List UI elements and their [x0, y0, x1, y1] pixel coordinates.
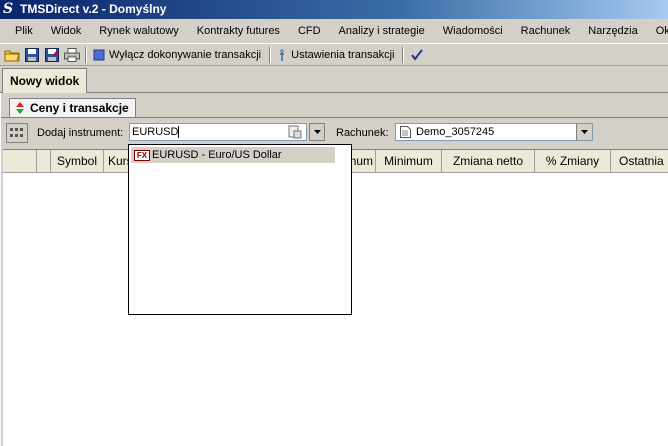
menu-analizy[interactable]: Analizy i strategie	[330, 20, 434, 42]
menu-bar: Plik Widok Rynek walutowy Kontrakty futu…	[0, 19, 668, 43]
chevron-down-icon	[581, 130, 588, 134]
view-tabs: Nowy widok	[0, 66, 668, 94]
text-caret	[178, 126, 180, 139]
toolbar-separator	[85, 46, 87, 63]
subtab-ceny-i-transakcje[interactable]: Ceny i transakcje	[9, 98, 136, 118]
save-icon[interactable]	[22, 45, 42, 65]
column-header-flag[interactable]	[37, 150, 51, 172]
account-label: Rachunek:	[336, 127, 389, 139]
account-dropdown-arrow[interactable]	[576, 124, 592, 140]
app-logo-icon: S	[3, 1, 14, 17]
menu-wiadomosci[interactable]: Wiadomości	[434, 20, 512, 42]
toolbar-separator	[269, 46, 272, 63]
fx-badge-icon: FX	[134, 149, 150, 161]
save-all-icon[interactable]	[42, 45, 62, 65]
window-title: TMSDirect v.2 - Domyślny	[20, 2, 167, 16]
instrument-lookup-icon[interactable]	[288, 125, 302, 139]
grid-view-button[interactable]	[6, 123, 28, 143]
menu-plik[interactable]: Plik	[6, 20, 42, 42]
chevron-down-icon	[313, 130, 321, 134]
account-value: Demo_3057245	[416, 126, 495, 138]
open-folder-icon[interactable]	[2, 45, 22, 65]
disable-trading-button[interactable]: Wyłącz dokonywanie transakcji	[90, 45, 266, 65]
toolbar: Wyłącz dokonywanie transakcji Ustawienia…	[0, 43, 668, 66]
menu-rachunek[interactable]: Rachunek	[512, 20, 580, 42]
tab-nowy-widok[interactable]: Nowy widok	[2, 68, 88, 94]
divider	[1, 117, 668, 118]
autocomplete-item[interactable]: FX EURUSD - Euro/US Dollar	[131, 147, 335, 163]
toolbar-separator	[402, 46, 405, 63]
account-select[interactable]: Demo_3057245	[395, 123, 593, 141]
trade-settings-label: Ustawienia transakcji	[291, 48, 395, 61]
settings-key-icon	[280, 48, 285, 61]
menu-kontrakty-futures[interactable]: Kontrakty futures	[188, 20, 289, 42]
menu-cfd[interactable]: CFD	[289, 20, 330, 42]
disable-trading-label: Wyłącz dokonywanie transakcji	[109, 48, 262, 61]
menu-widok[interactable]: Widok	[42, 20, 91, 42]
checkmark-icon[interactable]	[407, 45, 427, 65]
autocomplete-item-label: EURUSD - Euro/US Dollar	[152, 149, 282, 161]
column-header-blank[interactable]	[3, 150, 37, 172]
column-header-procent-zmiany[interactable]: % Zmiany	[535, 150, 611, 172]
instrument-input[interactable]: EURUSD	[129, 123, 307, 141]
print-icon[interactable]	[62, 45, 82, 65]
menu-rynek-walutowy[interactable]: Rynek walutowy	[90, 20, 187, 42]
trade-settings-button[interactable]: Ustawienia transakcji	[274, 45, 399, 65]
column-header-minimum[interactable]: Minimum	[376, 150, 442, 172]
subtab-label: Ceny i transakcje	[30, 101, 129, 115]
instrument-bar: Dodaj instrument: EURUSD Rachunek: Demo_…	[1, 120, 668, 144]
grid-icon	[10, 128, 23, 137]
title-bar: S TMSDirect v.2 - Domyślny	[0, 0, 668, 19]
column-header-symbol[interactable]: Symbol	[51, 150, 104, 172]
column-header-zmiana-netto[interactable]: Zmiana netto	[442, 150, 535, 172]
add-instrument-label: Dodaj instrument:	[37, 127, 124, 139]
instrument-input-value: EURUSD	[132, 126, 179, 138]
document-icon	[400, 126, 411, 143]
menu-narzedzia[interactable]: Narzędzia	[579, 20, 647, 42]
instrument-dropdown-arrow[interactable]	[309, 123, 325, 141]
stop-square-icon	[93, 49, 105, 60]
menu-okno[interactable]: Okno	[647, 20, 668, 42]
instrument-autocomplete-list: FX EURUSD - Euro/US Dollar	[128, 144, 352, 315]
column-header-ostatnia[interactable]: Ostatnia	[611, 150, 668, 172]
